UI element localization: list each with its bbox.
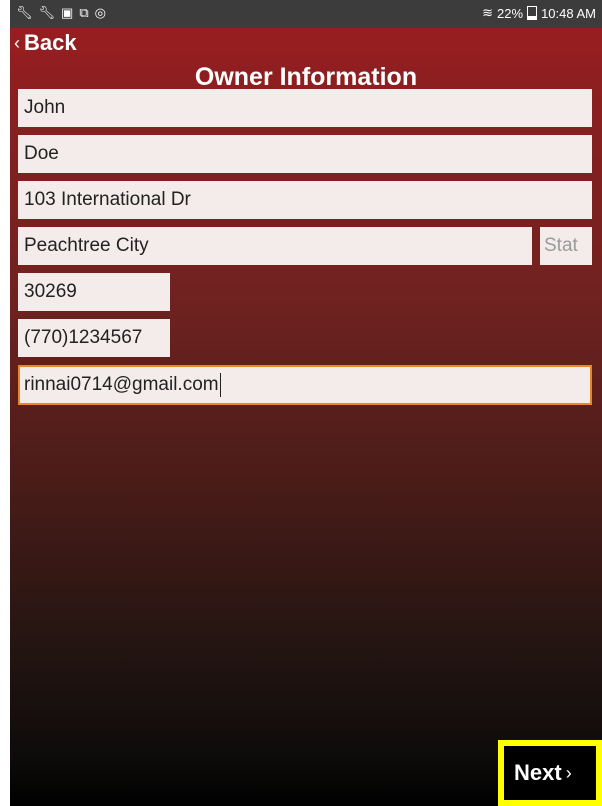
city-field[interactable]: Peachtree City — [18, 227, 532, 265]
app-screen: 🔧︎ 🔧︎ ▣ ⧉ ◎ ≋ 22% 10:48 AM ‹ Back Owner … — [10, 0, 602, 806]
chevron-left-icon: ‹ — [14, 32, 20, 53]
text-cursor — [219, 373, 221, 397]
back-button[interactable]: ‹ Back — [14, 30, 77, 56]
status-icons-left: 🔧︎ 🔧︎ ▣ ⧉ ◎ — [16, 5, 106, 21]
sync-icon: ◎ — [94, 5, 106, 20]
status-time: 10:48 AM — [541, 5, 596, 21]
status-bar: 🔧︎ 🔧︎ ▣ ⧉ ◎ ≋ 22% 10:48 AM — [10, 0, 602, 28]
email-value: rinnai0714@gmail.com — [24, 374, 219, 395]
battery-level: 22% — [497, 5, 524, 21]
next-label: Next — [514, 760, 562, 785]
battery-icon — [527, 6, 538, 20]
next-button-highlight: Next › — [498, 740, 602, 806]
next-button[interactable]: Next › — [514, 760, 572, 786]
wrench-icon: 🔧︎ — [16, 5, 33, 20]
wifi-icon: ≋ — [482, 5, 494, 20]
back-label: Back — [24, 30, 77, 55]
email-field[interactable]: rinnai0714@gmail.com — [18, 365, 592, 405]
last-name-field[interactable]: Doe — [18, 135, 592, 173]
wrench-icon: 🔧︎ — [38, 5, 56, 20]
zip-field[interactable]: 30269 — [18, 273, 170, 311]
first-name-field[interactable]: John — [18, 89, 592, 127]
state-field[interactable]: Stat — [540, 227, 592, 265]
address-field[interactable]: 103 International Dr — [18, 181, 592, 219]
phone-field[interactable]: (770)1234567 — [18, 319, 170, 357]
chevron-right-icon: › — [565, 762, 572, 783]
cast-icon: ⧉ — [79, 5, 89, 20]
image-icon: ▣ — [61, 5, 74, 20]
status-icons-right: ≋ 22% 10:48 AM — [482, 5, 596, 21]
